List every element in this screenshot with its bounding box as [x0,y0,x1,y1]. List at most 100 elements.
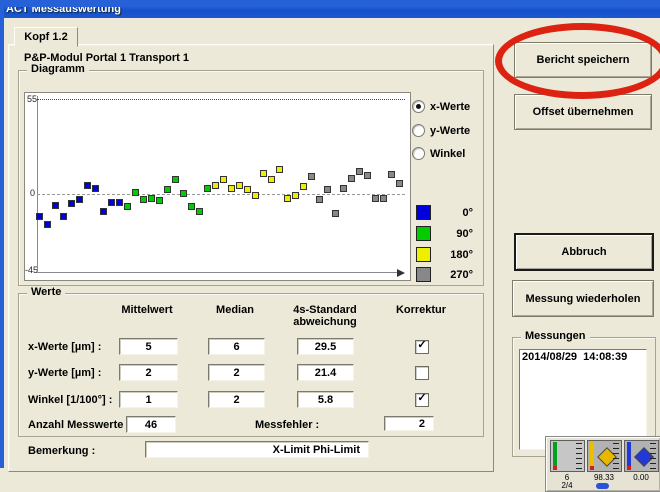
col-korrektur: Korrektur [395,304,447,316]
gauge-scale-ticks [650,443,656,469]
data-point [140,196,147,204]
legend-swatch-yellow [416,247,431,262]
legend-swatch-blue [416,205,431,220]
data-point [196,208,203,216]
row-x-werte-label: x-Werte [µm] : [28,341,102,353]
gauge-scale-ticks [613,443,619,469]
x-abweichung-field[interactable]: 29.5 [297,338,354,355]
radio-button-icon [412,100,425,113]
data-point [188,203,195,211]
radio-y-werte-label: y-Werte [430,124,471,137]
data-point [76,196,83,204]
radio-x-werte[interactable]: x-Werte [412,100,470,113]
radio-y-werte[interactable]: y-Werte [412,124,470,137]
winkel-mittelwert-field[interactable]: 1 [119,391,178,408]
y-axis-line [37,96,38,273]
gauge-panel-yellow [587,440,622,472]
data-point [164,185,171,193]
data-point [44,220,51,228]
gauge-bar-yellow [590,442,594,470]
data-point [380,194,387,202]
x-median-field[interactable]: 6 [208,338,265,355]
data-point [228,185,235,193]
tab-label: Kopf 1.2 [24,31,68,43]
messfehler-field[interactable]: 2 [384,416,434,431]
col-median: Median [216,304,254,316]
window-border-right [0,0,4,468]
y-axis-label-zero: 0 [30,188,36,198]
gauge-sub-value: 2/4 [561,481,573,490]
abbruch-button[interactable]: Abbruch [514,233,654,271]
data-point [364,172,371,180]
data-point [220,175,227,183]
data-point [148,194,155,202]
data-point [36,212,43,220]
data-point [92,185,99,193]
data-point [212,181,219,189]
window-border-bottom [0,0,660,7]
radio-x-werte-label: x-Werte [430,100,471,113]
legend-item-0: 0° [416,205,473,220]
y-abweichung-field[interactable]: 21.4 [297,364,354,381]
gauge-value-2: 98.33 [593,473,615,482]
x-korrektur-checkbox[interactable] [415,340,429,354]
legend-swatch-green [416,226,431,241]
col-mittelwert: Mittelwert [121,304,173,316]
data-point [308,172,315,180]
data-point [268,175,275,183]
x-mittelwert-field[interactable]: 5 [119,338,178,355]
y-median-field[interactable]: 2 [208,364,265,381]
bemerkung-label: Bemerkung : [28,445,96,457]
data-point [68,200,75,208]
messungen-list-item[interactable]: 2014/08/29 14:08:39 [520,350,646,364]
data-point [388,170,395,178]
data-point [84,181,91,189]
legend-swatch-gray [416,267,431,282]
messungen-listbox[interactable]: 2014/08/29 14:08:39 [519,349,647,450]
data-point [372,194,379,202]
legend-item-90: 90° [416,226,473,241]
data-point [340,184,347,192]
bemerkung-field[interactable]: X-Limit Phi-Limit [145,441,369,458]
data-point [132,189,139,197]
y-mittelwert-field[interactable]: 2 [119,364,178,381]
y-korrektur-checkbox[interactable] [415,366,429,380]
offset-uebernehmen-button[interactable]: Offset übernehmen [514,94,652,130]
y-axis-label-top: 55 [27,94,38,104]
data-point [124,203,131,211]
x-axis-line [37,272,399,273]
bericht-speichern-button[interactable]: Bericht speichern [514,42,652,78]
winkel-median-field[interactable]: 2 [208,391,265,408]
act-messauswertung-window: ACT Messauswertung Kopf 1.2 P&P-Modul Po… [0,0,660,492]
winkel-abweichung-field[interactable]: 5.8 [297,391,354,408]
anzahl-messwerte-label: Anzahl Messwerte : [28,419,131,431]
tab-kopf-1-2[interactable]: Kopf 1.2 [14,27,78,47]
legend-item-270: 270° [416,267,473,282]
radio-winkel[interactable]: Winkel [412,147,465,160]
winkel-korrektur-checkbox[interactable] [415,393,429,407]
radio-button-icon [412,147,425,160]
anzahl-messwerte-field[interactable]: 46 [126,416,176,433]
row-winkel-label: Winkel [1/100°] : [28,394,113,406]
gauge-bar-green [553,442,557,470]
legend-item-180: 180° [416,247,473,262]
radio-button-icon [412,124,425,137]
x-axis-arrow-icon [397,269,405,277]
gauge-widget: 6 98.33 0.00 2/4 [545,436,660,492]
data-point [324,185,331,193]
data-point [396,179,403,187]
data-point [108,199,115,207]
row-y-werte-label: y-Werte [µm] : [28,367,102,379]
data-point [236,181,243,189]
data-point [292,192,299,200]
reference-line [37,99,405,100]
mini-logo-icon [596,483,609,489]
data-point [316,196,323,204]
messung-wiederholen-button[interactable]: Messung wiederholen [512,280,654,317]
gauge-bar-blue [627,442,631,470]
data-point [252,192,259,200]
data-point [204,184,211,192]
data-point [276,165,283,173]
werte-group-label: Werte [27,286,66,298]
data-point [52,202,59,210]
